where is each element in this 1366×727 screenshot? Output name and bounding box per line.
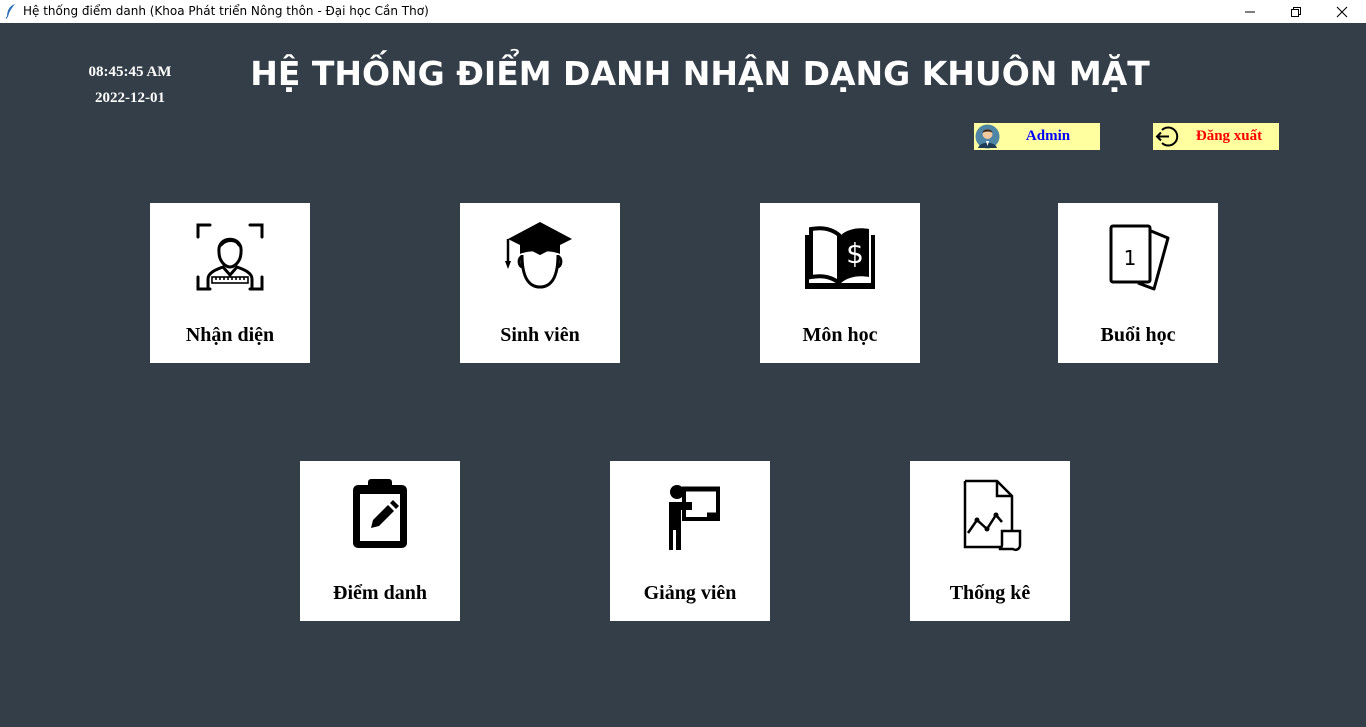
admin-label: Admin bbox=[1025, 128, 1071, 144]
page-title: HỆ THỐNG ĐIỂM DANH NHẬN DẠNG KHUÔN MẶT bbox=[250, 54, 1150, 93]
tile-label: Thống kê bbox=[949, 582, 1031, 604]
graduate-icon bbox=[505, 222, 572, 289]
logout-label: Đăng xuất bbox=[1195, 128, 1263, 144]
restore-icon bbox=[1291, 6, 1301, 17]
tile-lecturers[interactable]: Giảng viên bbox=[610, 461, 770, 621]
cards-icon: 1 bbox=[1109, 224, 1170, 291]
clock-time: 08:45:45 AM bbox=[88, 64, 172, 80]
close-icon bbox=[1336, 6, 1348, 17]
tile-attendance[interactable]: Điểm danh bbox=[300, 461, 460, 621]
tile-subjects[interactable]: $ Môn học bbox=[760, 203, 920, 363]
tile-label: Buổi học bbox=[1100, 324, 1176, 346]
tile-students[interactable]: Sinh viên bbox=[460, 203, 620, 363]
logout-icon bbox=[1155, 126, 1179, 147]
tile-label: Môn học bbox=[802, 324, 878, 346]
minimize-button[interactable] bbox=[1227, 0, 1273, 23]
tile-label: Sinh viên bbox=[500, 324, 580, 346]
clock-date: 2022-12-01 bbox=[95, 90, 165, 106]
feather-icon bbox=[5, 4, 15, 19]
teacher-board-icon bbox=[669, 485, 720, 550]
logout-button[interactable]: Đăng xuất bbox=[1153, 123, 1279, 150]
face-scan-icon bbox=[196, 223, 264, 291]
tile-label: Điểm danh bbox=[333, 582, 427, 604]
clipboard-edit-icon bbox=[353, 479, 407, 548]
svg-text:$: $ bbox=[846, 237, 864, 270]
tile-label: Giảng viên bbox=[643, 582, 737, 604]
tile-sessions[interactable]: 1 Buổi học bbox=[1058, 203, 1218, 363]
tile-recognition[interactable]: Nhận diện bbox=[150, 203, 310, 363]
close-button[interactable] bbox=[1319, 0, 1365, 23]
admin-button[interactable]: Admin bbox=[974, 123, 1100, 150]
window-title: Hệ thống điểm danh (Khoa Phát triển Nông… bbox=[23, 4, 429, 18]
book-dollar-icon: $ bbox=[805, 226, 875, 289]
svg-text:1: 1 bbox=[1124, 246, 1137, 270]
tile-statistics[interactable]: Thống kê bbox=[910, 461, 1070, 621]
minimize-icon bbox=[1245, 11, 1255, 12]
report-chart-icon bbox=[950, 475, 1022, 555]
window-titlebar: Hệ thống điểm danh (Khoa Phát triển Nông… bbox=[0, 0, 1366, 23]
restore-button[interactable] bbox=[1273, 0, 1319, 23]
tile-label: Nhận diện bbox=[185, 324, 275, 346]
clock: 08:45:45 AM 2022-12-01 bbox=[70, 59, 190, 111]
